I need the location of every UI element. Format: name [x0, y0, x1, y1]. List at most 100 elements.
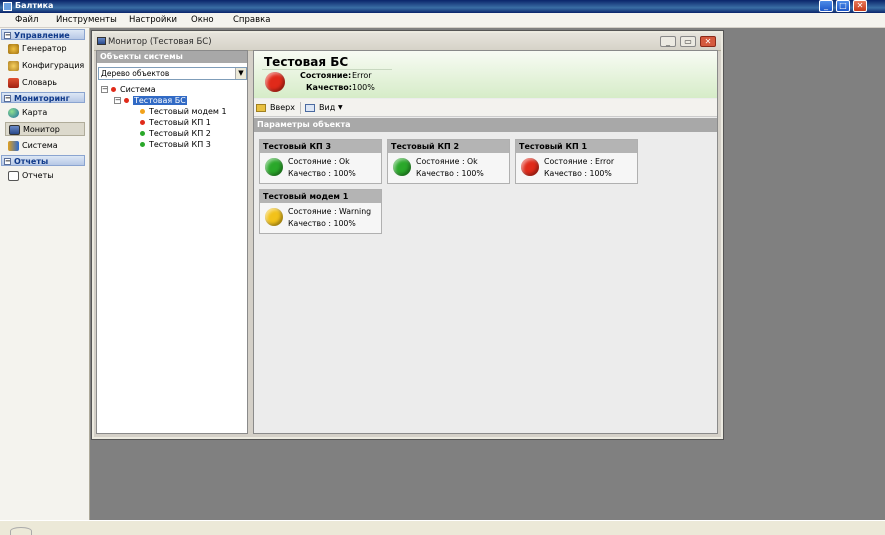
card-title: Тестовый модем 1 — [260, 190, 381, 203]
collapse-icon[interactable]: − — [4, 95, 11, 102]
status-red-icon — [111, 87, 116, 92]
status-red-icon — [124, 98, 129, 103]
card-state: Состояние : Warning — [288, 207, 372, 216]
system-icon — [8, 141, 19, 151]
tree-node-label: Тестовая БС — [133, 96, 187, 105]
quality-value: 100% — [352, 83, 375, 92]
object-card-kp-3[interactable]: Тестовый КП 3 Состояние : Ok Качество : … — [259, 139, 382, 184]
card-quality: Качество : 100% — [544, 169, 612, 178]
nav-monitor[interactable]: Монитор — [5, 122, 85, 136]
app-titlebar: Балтика _ □ ✕ — [0, 0, 885, 13]
status-red-icon — [265, 72, 285, 92]
detail-toolbar: Вверх Вид ▼ — [254, 99, 717, 117]
nav-dictionary-label: Словарь — [22, 78, 58, 87]
monitor-icon — [97, 37, 106, 45]
maximize-button[interactable]: □ — [836, 0, 850, 12]
nav-configuration[interactable]: Конфигурация — [5, 59, 85, 73]
group-monitoring[interactable]: − Мониторинг — [1, 92, 85, 103]
view-button[interactable]: Вид ▼ — [304, 101, 346, 115]
app-icon — [3, 2, 12, 11]
config-icon — [8, 61, 19, 71]
nav-dictionary[interactable]: Словарь — [5, 76, 85, 90]
status-red-icon — [140, 120, 145, 125]
app-title: Балтика — [15, 1, 54, 10]
object-card-kp-1[interactable]: Тестовый КП 1 Состояние : Error Качество… — [515, 139, 638, 184]
group-management[interactable]: − Управление — [1, 29, 85, 40]
group-reports[interactable]: − Отчеты — [1, 155, 85, 166]
monitor-icon — [9, 125, 20, 135]
minimize-button[interactable]: _ — [819, 0, 833, 12]
nav-configuration-label: Конфигурация — [22, 61, 85, 70]
status-green-icon — [393, 158, 411, 176]
objects-panel: Объекты системы Дерево объектов ▼ − Систе… — [96, 50, 248, 434]
collapse-icon[interactable]: − — [4, 158, 11, 165]
status-bar — [0, 520, 885, 535]
group-monitoring-label: Мониторинг — [14, 94, 70, 103]
status-red-icon — [521, 158, 539, 176]
collapse-icon[interactable]: − — [114, 97, 121, 104]
up-button[interactable]: Вверх — [256, 101, 298, 115]
monitor-window-titlebar[interactable]: Монитор (Тестовая БС) _ ▭ ✕ — [94, 33, 721, 51]
collapse-icon[interactable]: − — [101, 86, 108, 93]
nav-map-label: Карта — [22, 108, 48, 117]
navigation-panel: − Управление Генератор Конфигурация Слов… — [0, 28, 90, 520]
object-title: Тестовая БС — [264, 55, 349, 69]
menu-tools[interactable]: Инструменты — [56, 15, 117, 25]
status-green-icon — [140, 142, 145, 147]
monitor-window-title: Монитор (Тестовая БС) — [108, 37, 212, 47]
card-quality: Качество : 100% — [416, 169, 484, 178]
menu-file[interactable]: Файл — [15, 15, 38, 25]
menu-bar: Файл Инструменты Настройки Окно Справка — [0, 13, 885, 28]
tree-node-modem-1[interactable]: Тестовый модем 1 — [140, 107, 227, 117]
child-restore-button[interactable]: ▭ — [680, 36, 696, 47]
tree-node-kp-2[interactable]: Тестовый КП 2 — [140, 129, 211, 139]
tree-node-kp-1[interactable]: Тестовый КП 1 — [140, 118, 211, 128]
object-view-select[interactable]: Дерево объектов ▼ — [98, 67, 247, 80]
card-state: Состояние : Ok — [416, 157, 478, 166]
view-button-label: Вид — [319, 103, 336, 112]
menu-window[interactable]: Окно — [191, 15, 214, 25]
nav-generator-label: Генератор — [22, 44, 67, 53]
nav-system[interactable]: Система — [5, 139, 85, 153]
nav-map[interactable]: Карта — [5, 106, 85, 120]
tree-node-kp-3[interactable]: Тестовый КП 3 — [140, 140, 211, 150]
chevron-down-icon: ▼ — [338, 104, 343, 111]
card-title: Тестовый КП 3 — [260, 140, 381, 153]
dictionary-icon — [8, 78, 19, 88]
card-title: Тестовый КП 2 — [388, 140, 509, 153]
status-yellow-icon — [265, 208, 283, 226]
group-management-label: Управление — [14, 31, 70, 40]
menu-settings[interactable]: Настройки — [129, 15, 177, 25]
child-close-button[interactable]: ✕ — [700, 36, 716, 47]
tree-node-test-bs[interactable]: − Тестовая БС — [114, 96, 187, 106]
nav-generator[interactable]: Генератор — [5, 42, 85, 56]
status-yellow-icon — [140, 109, 145, 114]
params-header: Параметры объекта — [254, 118, 717, 132]
status-green-icon — [265, 158, 283, 176]
tree-node-label: Система — [120, 85, 156, 94]
nav-monitor-label: Монитор — [23, 125, 60, 134]
tree-node-system[interactable]: − Система — [101, 85, 156, 95]
quality-label: Качество: — [306, 83, 352, 92]
globe-icon — [8, 108, 19, 118]
folder-up-icon — [256, 104, 266, 112]
nav-reports[interactable]: Отчеты — [5, 169, 85, 183]
menu-help[interactable]: Справка — [233, 15, 270, 25]
tree-node-label: Тестовый КП 3 — [149, 140, 211, 149]
object-card-modem-1[interactable]: Тестовый модем 1 Состояние : Warning Кач… — [259, 189, 382, 234]
toolbar-divider — [300, 102, 301, 114]
group-reports-label: Отчеты — [14, 157, 49, 166]
card-quality: Качество : 100% — [288, 219, 356, 228]
card-state: Состояние : Ok — [288, 157, 350, 166]
object-card-kp-2[interactable]: Тестовый КП 2 Состояние : Ok Качество : … — [387, 139, 510, 184]
collapse-icon[interactable]: − — [4, 32, 11, 39]
card-quality: Качество : 100% — [288, 169, 356, 178]
chevron-down-icon[interactable]: ▼ — [235, 68, 246, 79]
tree-node-label: Тестовый КП 1 — [149, 118, 211, 127]
state-label: Состояние: — [300, 71, 352, 80]
nav-reports-label: Отчеты — [22, 171, 54, 180]
child-minimize-button[interactable]: _ — [660, 36, 676, 47]
status-indicator-icon — [10, 527, 32, 535]
status-green-icon — [140, 131, 145, 136]
close-button[interactable]: ✕ — [853, 0, 867, 12]
